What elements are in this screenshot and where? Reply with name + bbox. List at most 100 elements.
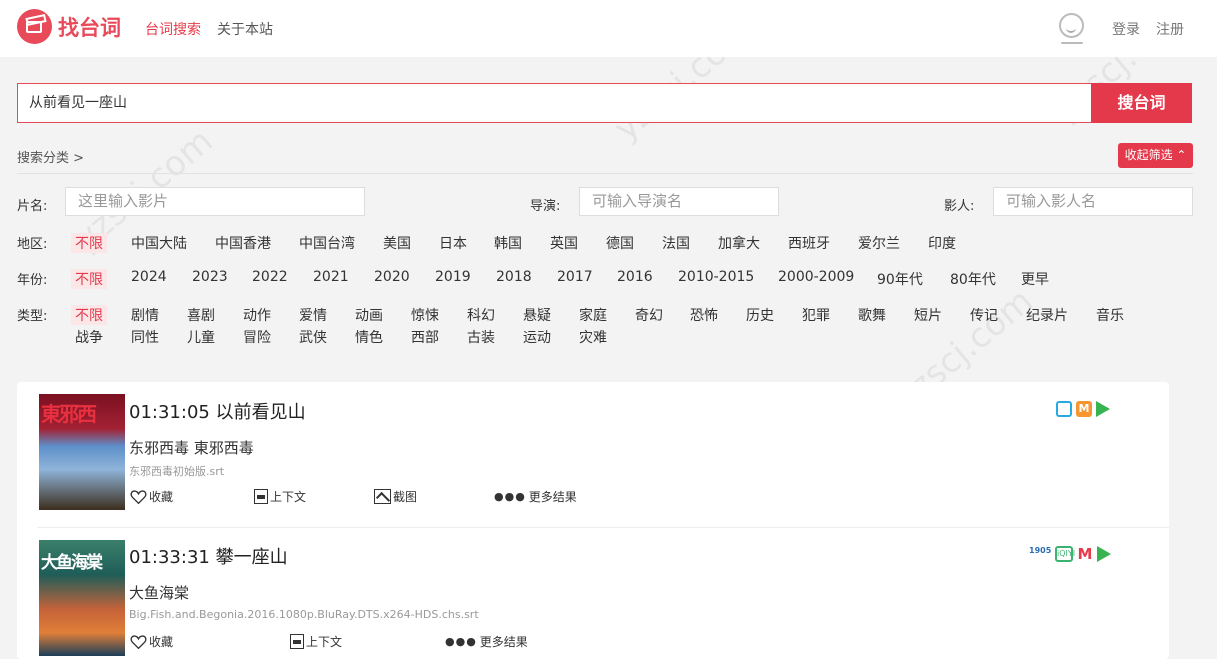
region-option[interactable]: 不限 xyxy=(71,233,107,253)
type-option[interactable]: 动作 xyxy=(243,305,271,325)
favorite-button[interactable]: 收藏 xyxy=(130,633,173,650)
type-option[interactable]: 家庭 xyxy=(579,305,607,325)
region-option[interactable]: 日本 xyxy=(439,233,467,253)
region-option[interactable]: 印度 xyxy=(928,233,956,253)
result-title[interactable]: 01:33:31 攀一座山 xyxy=(129,543,288,569)
type-option[interactable]: 喜剧 xyxy=(187,305,215,325)
year-option[interactable]: 2018 xyxy=(496,269,532,285)
heart-icon xyxy=(130,490,147,504)
region-option[interactable]: 英国 xyxy=(550,233,578,253)
region-option[interactable]: 韩国 xyxy=(494,233,522,253)
type-option[interactable]: 武侠 xyxy=(299,327,327,347)
type-option[interactable]: 惊悚 xyxy=(411,305,439,325)
tencent-video-icon[interactable] xyxy=(1097,546,1111,562)
region-option[interactable]: 爱尔兰 xyxy=(858,233,900,253)
region-option[interactable]: 德国 xyxy=(606,233,634,253)
movie-poster[interactable]: 東邪西 xyxy=(39,394,125,510)
type-option[interactable]: 历史 xyxy=(746,305,774,325)
more-results-button[interactable]: ●●● 更多结果 xyxy=(445,633,528,650)
tencent-video-icon[interactable] xyxy=(1096,401,1110,417)
year-option[interactable]: 90年代 xyxy=(877,269,923,289)
region-option[interactable]: 法国 xyxy=(662,233,690,253)
result-movie-name[interactable]: 大鱼海棠 xyxy=(129,582,189,603)
type-option[interactable]: 奇幻 xyxy=(635,305,663,325)
actor-input[interactable]: 可输入影人名 xyxy=(993,187,1193,216)
year-option[interactable]: 2023 xyxy=(192,269,228,285)
type-option[interactable]: 不限 xyxy=(71,305,107,325)
mango-tv-icon[interactable]: M xyxy=(1076,401,1092,417)
register-link[interactable]: 注册 xyxy=(1156,19,1184,39)
result-title[interactable]: 01:31:05 以前看见山 xyxy=(129,398,306,424)
year-option[interactable]: 更早 xyxy=(1021,269,1049,289)
favorite-button[interactable]: 收藏 xyxy=(130,488,173,505)
year-option[interactable]: 2020 xyxy=(374,269,410,285)
search-button[interactable]: 搜台词 xyxy=(1091,83,1192,123)
type-option[interactable]: 冒险 xyxy=(243,327,271,347)
type-option[interactable]: 情色 xyxy=(355,327,383,347)
search-input[interactable]: 从前看见一座山 xyxy=(17,83,1092,123)
context-button[interactable]: 上下文 xyxy=(290,633,342,650)
search-category-toggle[interactable]: 搜索分类 > xyxy=(17,147,84,166)
type-option[interactable]: 科幻 xyxy=(467,305,495,325)
iqiyi-icon[interactable]: iQIYI xyxy=(1055,546,1075,562)
login-link[interactable]: 登录 xyxy=(1112,19,1140,39)
year-option[interactable]: 80年代 xyxy=(950,269,996,289)
more-dots-icon: ●●● xyxy=(494,490,526,503)
type-option[interactable]: 恐怖 xyxy=(690,305,718,325)
type-option[interactable]: 短片 xyxy=(914,305,942,325)
result-movie-name[interactable]: 东邪西毒 東邪西毒 xyxy=(129,437,254,458)
year-option[interactable]: 不限 xyxy=(71,269,107,289)
type-option[interactable]: 古装 xyxy=(467,327,495,347)
year-option[interactable]: 2022 xyxy=(252,269,288,285)
site-logo[interactable]: 找台词 xyxy=(17,9,121,44)
year-option[interactable]: 2024 xyxy=(131,269,167,285)
context-icon xyxy=(290,634,304,649)
region-option[interactable]: 中国大陆 xyxy=(131,233,187,253)
youku-icon[interactable]: M xyxy=(1077,546,1093,562)
screenshot-button[interactable]: 截图 xyxy=(374,488,417,505)
director-input[interactable]: 可输入导演名 xyxy=(579,187,779,216)
type-option[interactable]: 悬疑 xyxy=(523,305,551,325)
divider xyxy=(17,173,1193,174)
type-option[interactable]: 剧情 xyxy=(131,305,159,325)
year-option[interactable]: 2010-2015 xyxy=(678,269,754,285)
context-label: 上下文 xyxy=(306,635,343,649)
type-option[interactable]: 同性 xyxy=(131,327,159,347)
year-option[interactable]: 2017 xyxy=(557,269,593,285)
year-option[interactable]: 2000-2009 xyxy=(778,269,854,285)
type-option[interactable]: 西部 xyxy=(411,327,439,347)
type-option[interactable]: 战争 xyxy=(75,327,103,347)
nav-line-search[interactable]: 台词搜索 xyxy=(145,19,201,39)
avatar-icon[interactable] xyxy=(1059,13,1084,38)
region-option[interactable]: 西班牙 xyxy=(788,233,830,253)
type-option[interactable]: 音乐 xyxy=(1096,305,1124,325)
region-option[interactable]: 中国台湾 xyxy=(299,233,355,253)
card-divider xyxy=(37,527,1169,528)
type-option[interactable]: 儿童 xyxy=(187,327,215,347)
top-bar: 找台词 台词搜索 关于本站 登录 注册 xyxy=(0,0,1217,57)
result-file: Big.Fish.and.Begonia.2016.1080p.BluRay.D… xyxy=(129,608,479,621)
bilibili-icon[interactable] xyxy=(1056,401,1072,417)
year-option[interactable]: 2019 xyxy=(435,269,471,285)
type-option[interactable]: 犯罪 xyxy=(802,305,830,325)
movie-poster[interactable]: 大鱼海棠 xyxy=(39,540,125,656)
type-option[interactable]: 运动 xyxy=(523,327,551,347)
movie-1905-icon[interactable]: 1905 xyxy=(1029,546,1051,562)
type-option[interactable]: 灾难 xyxy=(579,327,607,347)
region-option[interactable]: 中国香港 xyxy=(215,233,271,253)
year-option[interactable]: 2016 xyxy=(617,269,653,285)
more-results-button[interactable]: ●●● 更多结果 xyxy=(494,488,577,505)
context-button[interactable]: 上下文 xyxy=(254,488,306,505)
region-option[interactable]: 加拿大 xyxy=(718,233,760,253)
favorite-label: 收藏 xyxy=(149,490,174,504)
year-option[interactable]: 2021 xyxy=(313,269,349,285)
nav-about[interactable]: 关于本站 xyxy=(217,19,273,39)
type-option[interactable]: 动画 xyxy=(355,305,383,325)
film-input[interactable]: 这里输入影片 xyxy=(65,187,365,216)
type-option[interactable]: 歌舞 xyxy=(858,305,886,325)
region-option[interactable]: 美国 xyxy=(383,233,411,253)
type-option[interactable]: 传记 xyxy=(970,305,998,325)
type-option[interactable]: 纪录片 xyxy=(1026,305,1068,325)
collapse-filter-button[interactable]: 收起筛选 ⌃ xyxy=(1118,143,1193,168)
type-option[interactable]: 爱情 xyxy=(299,305,327,325)
